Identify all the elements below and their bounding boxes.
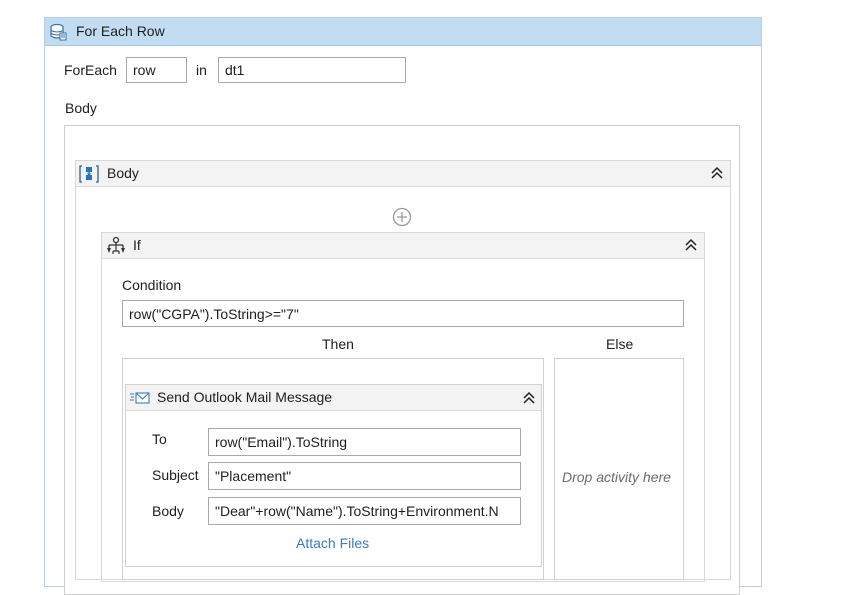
- foreach-collection-field[interactable]: dt1: [218, 57, 406, 83]
- foreach-item-field[interactable]: row: [126, 57, 187, 83]
- to-field[interactable]: row("Email").ToString: [208, 428, 521, 456]
- body-sequence-title: Body: [107, 165, 139, 181]
- to-value: row("Email").ToString: [215, 434, 348, 450]
- in-label: in: [196, 62, 207, 78]
- foreach-body-label: Body: [65, 100, 97, 116]
- foreach-item-value: row: [133, 62, 156, 78]
- subject-label: Subject: [152, 467, 199, 483]
- plus-circle-icon[interactable]: [392, 207, 412, 227]
- body-label: Body: [152, 503, 184, 519]
- collapse-chevron-icon[interactable]: [684, 238, 698, 255]
- if-title: If: [133, 237, 141, 253]
- foreach-label: ForEach: [64, 62, 117, 78]
- body-sequence-header[interactable]: Body: [76, 161, 730, 187]
- for-each-row-title: For Each Row: [76, 23, 165, 39]
- then-label: Then: [322, 336, 354, 352]
- datatable-icon: [49, 23, 67, 41]
- else-drop-hint: Drop activity here: [562, 469, 671, 485]
- for-each-row-header[interactable]: For Each Row: [45, 18, 761, 46]
- foreach-collection-value: dt1: [225, 62, 245, 78]
- sequence-icon: [79, 165, 99, 183]
- else-label: Else: [606, 336, 634, 352]
- send-outlook-mail-title: Send Outlook Mail Message: [157, 389, 333, 405]
- body-value: "Dear"+row("Name").ToString+Environment.…: [215, 503, 499, 519]
- if-header[interactable]: If: [102, 233, 704, 259]
- send-outlook-mail-header[interactable]: Send Outlook Mail Message: [126, 385, 541, 411]
- condition-field[interactable]: row("CGPA").ToString>="7": [122, 300, 684, 327]
- collapse-chevron-icon[interactable]: [710, 166, 724, 183]
- subject-field[interactable]: "Placement": [208, 462, 521, 490]
- condition-label: Condition: [122, 277, 182, 293]
- body-field[interactable]: "Dear"+row("Name").ToString+Environment.…: [208, 497, 521, 525]
- else-container[interactable]: Drop activity here: [554, 358, 684, 580]
- subject-value: "Placement": [215, 468, 292, 484]
- mail-envelope-icon: [130, 391, 150, 405]
- if-branch-icon: [105, 236, 127, 256]
- collapse-chevron-icon[interactable]: [522, 391, 536, 408]
- condition-value: row("CGPA").ToString>="7": [129, 305, 299, 322]
- attach-files-link[interactable]: Attach Files: [296, 535, 369, 551]
- to-label: To: [152, 431, 167, 447]
